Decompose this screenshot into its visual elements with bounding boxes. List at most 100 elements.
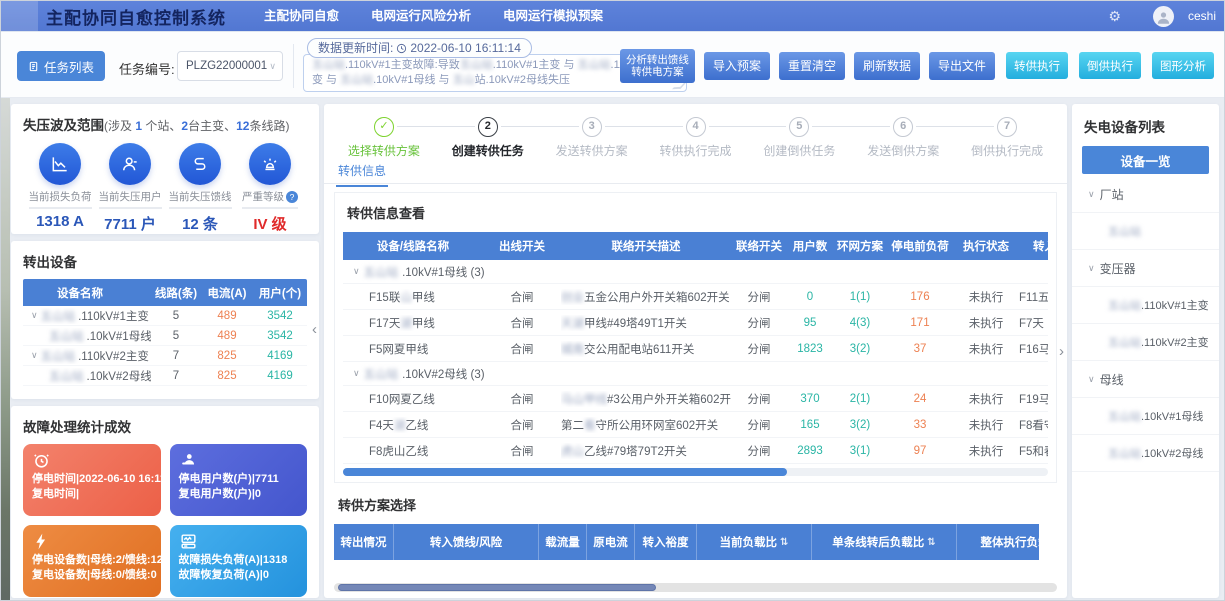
task-list-button[interactable]: 任务列表 [17, 51, 105, 81]
table-row[interactable]: F8虎山乙线 合闸 虎山乙线#79塔79T2开关 分闸 2893 3(1) 97… [343, 438, 1048, 464]
tree-leaf-bus1[interactable]: 五山站.10kV#1母线 [1072, 398, 1219, 435]
alarm-lamp-icon [249, 143, 291, 185]
scrollbar-thumb[interactable] [338, 584, 656, 591]
help-icon[interactable]: ? [286, 191, 298, 203]
caret-down-icon: ∨ [353, 368, 360, 379]
col-feeder-risk: 转入馈线/风险 [394, 524, 539, 560]
nav-item-simulation[interactable]: 电网运行模拟预案 [487, 1, 619, 31]
col-ampacity: 载流量 [539, 524, 587, 560]
task-number-select[interactable]: PLZG22000001 ∨ [177, 51, 283, 81]
table-row[interactable]: F15联山甲线 合闸 创业五金公用户外开关箱602开关 分闸 0 1(1) 17… [343, 284, 1048, 310]
main-panel: ✓ 选择转供方案 2 创建转供任务 3 发送转供方案 4 转供执行完成 5 创建… [324, 104, 1067, 598]
step-send-plan: 3 发送转供方案 [540, 116, 644, 156]
username: ceshi [1188, 9, 1216, 23]
toolbar: 任务列表 任务编号: PLZG22000001 ∨ 数据更新时间: 2022-0… [1, 31, 1224, 98]
tree-group-transformer[interactable]: ∨变压器 [1072, 250, 1219, 287]
col-overall-ratio[interactable]: 整体执行负载比⇅ [957, 524, 1039, 560]
caret-down-icon: ∨ [1088, 263, 1095, 274]
stat-lost-load: 当前损失负荷 1318 A [25, 143, 95, 234]
transfer-plan-title: 转供方案选择 [338, 495, 1057, 514]
col-margin: 转入裕度 [635, 524, 697, 560]
import-plan-button[interactable]: 导入预案 [704, 52, 770, 80]
col-current-load-ratio[interactable]: 当前负载比⇅ [697, 524, 812, 560]
user-icon [109, 143, 151, 185]
col-single-line-ratio[interactable]: 单条线转后负载比⇅ [812, 524, 957, 560]
table-header: 设备/线路名称 出线开关 联络开关描述 联络开关 用户数 环网方案 停电前负荷 … [343, 232, 1048, 260]
tab-transfer-info[interactable]: 转供信息 [336, 158, 388, 187]
transfer-out-devices-title: 转出设备 [23, 251, 307, 271]
table-row[interactable]: ∨五山站.110kV#1主变 5 489 3542 [23, 306, 307, 326]
transfer-out-devices-card: 转出设备 设备名称 线路(条) 电流(A) 用户(个) ∨五山站.110kV#1… [11, 241, 319, 399]
app-window: 主配协同自愈控制系统 主配协同自愈 电网运行风险分析 电网运行模拟预案 ⚙ ce… [0, 0, 1225, 601]
table-row[interactable]: F10网夏乙线 合闸 马山甲线#3公用户外开关箱602开关 分闸 370 2(1… [343, 386, 1048, 412]
table-row[interactable]: ∨五山站.110kV#2主变 7 825 4169 [23, 346, 307, 366]
task-number-label: 任务编号: [119, 59, 175, 78]
transfer-info-title: 转供信息查看 [347, 203, 1048, 222]
horizontal-scrollbar[interactable] [343, 468, 1048, 476]
divider [293, 44, 294, 88]
scrollbar-thumb[interactable] [343, 468, 787, 476]
outage-stats: 当前损失负荷 1318 A 当前失压用户 7711 户 当前失压馈线 12 条 [23, 143, 307, 234]
step-check-icon: ✓ [374, 117, 394, 137]
caret-down-icon: ∨ [31, 310, 38, 321]
caret-down-icon: ∨ [1088, 189, 1095, 200]
col-users: 用户(个) [253, 285, 307, 301]
gear-icon[interactable]: ⚙ [1108, 8, 1121, 25]
backfeed-execute-button[interactable]: 倒供执行 [1079, 52, 1141, 79]
step-send-backfeed: 6 发送倒供方案 [851, 116, 955, 156]
users-icon [179, 451, 198, 470]
table-row[interactable]: 五山站.10kV#2母线 7 825 4169 [23, 366, 307, 386]
step-backfeed-done: 7 倒供执行完成 [955, 116, 1059, 156]
fault-stats-grid: 停电时间|2022-06-10 16:11 复电时间| 停电用户数(户)|771… [23, 444, 307, 597]
table-row[interactable]: F17天湖甲线 合闸 天湖甲线#49塔49T1开关 分闸 95 4(3) 171… [343, 310, 1048, 336]
process-stepper: ✓ 选择转供方案 2 创建转供任务 3 发送转供方案 4 转供执行完成 5 创建… [324, 104, 1067, 156]
alarm-clock-icon [32, 451, 51, 470]
feeder-route-icon [179, 143, 221, 185]
table-row[interactable]: F4天湖乙线 合闸 第二看守所公用环网室602开关 分闸 165 3(2) 33… [343, 412, 1048, 438]
device-tree: ∨厂站 五山站 ∨变压器 五山站.110kV#1主变 五山站.110kV#2主变… [1072, 176, 1219, 472]
outage-time-card: 停电时间|2022-06-10 16:11 复电时间| [23, 444, 161, 516]
tree-leaf-transformer1[interactable]: 五山站.110kV#1主变 [1072, 287, 1219, 324]
transfer-plan-section: 转供方案选择 转出情况 转入馈线/风险 载流量 原电流 转入裕度 当前负载比⇅ … [334, 495, 1057, 560]
tree-leaf-bus2[interactable]: 五山站.10kV#2母线 [1072, 435, 1219, 472]
nav-item-self-healing[interactable]: 主配协同自愈 [248, 1, 355, 31]
task-number-value: PLZG22000001 [186, 60, 269, 72]
collapse-left-icon[interactable]: ‹ [312, 323, 317, 337]
group-row-bus1[interactable]: ∨ 五山站.10kV#1母线 (3) [343, 260, 1048, 284]
collapse-right-icon[interactable]: › [1059, 345, 1064, 359]
avatar[interactable] [1153, 6, 1174, 27]
col-device-name: 设备名称 [23, 285, 151, 301]
group-row-bus2[interactable]: ∨ 五山站.10kV#2母线 (3) [343, 362, 1048, 386]
transfer-plan-header: 转出情况 转入馈线/风险 载流量 原电流 转入裕度 当前负载比⇅ 单条线转后负载… [334, 524, 1039, 560]
transfer-info-section: 转供信息查看 设备/线路名称 出线开关 联络开关描述 联络开关 用户数 环网方案… [334, 192, 1057, 483]
clock-icon [396, 43, 407, 54]
tree-leaf-station[interactable]: 五山站 [1072, 213, 1219, 250]
transfer-execute-button[interactable]: 转供执行 [1006, 52, 1068, 79]
analyze-transfer-plan-button[interactable]: 分析转出馈线 转供电方案 [620, 49, 695, 83]
caret-down-icon: ∨ [1088, 374, 1095, 385]
stat-lost-feeders: 当前失压馈线 12 条 [165, 143, 235, 234]
background-image-strip [1, 98, 10, 601]
table-row[interactable]: F5网夏甲线 合闸 城南交公用配电站611开关 分闸 1823 3(2) 37 … [343, 336, 1048, 362]
update-time-badge: 数据更新时间: 2022-06-10 16:11:14 [307, 38, 532, 58]
app-title: 主配协同自愈控制系统 [46, 4, 226, 29]
sort-icon: ⇅ [780, 537, 788, 548]
nav-item-risk-analysis[interactable]: 电网运行风险分析 [355, 1, 487, 31]
export-file-button[interactable]: 导出文件 [929, 52, 995, 80]
chevron-down-icon: ∨ [269, 61, 276, 72]
col-transfer-out: 转出情况 [334, 524, 394, 560]
table-row[interactable]: 五山站.10kV#1母线 5 489 3542 [23, 326, 307, 346]
tree-group-station[interactable]: ∨厂站 [1072, 176, 1219, 213]
refresh-data-button[interactable]: 刷新数据 [854, 52, 920, 80]
caret-down-icon: ∨ [353, 266, 360, 277]
bottom-horizontal-scrollbar[interactable] [334, 583, 1057, 592]
step-create-task: 2 创建转供任务 [436, 116, 540, 156]
chart-down-icon [39, 143, 81, 185]
transfer-out-devices-table: 设备名称 线路(条) 电流(A) 用户(个) ∨五山站.110kV#1主变 5 … [23, 279, 307, 386]
reset-clear-button[interactable]: 重置清空 [779, 52, 845, 80]
tree-leaf-transformer2[interactable]: 五山站.110kV#2主变 [1072, 324, 1219, 361]
graph-analysis-button[interactable]: 图形分析 [1152, 52, 1214, 79]
tree-group-bus[interactable]: ∨母线 [1072, 361, 1219, 398]
lost-load-card: 故障损失负荷(A)|1318 故障恢复负荷(A)|0 [170, 525, 308, 597]
device-overview-header[interactable]: 设备一览 [1082, 146, 1209, 174]
